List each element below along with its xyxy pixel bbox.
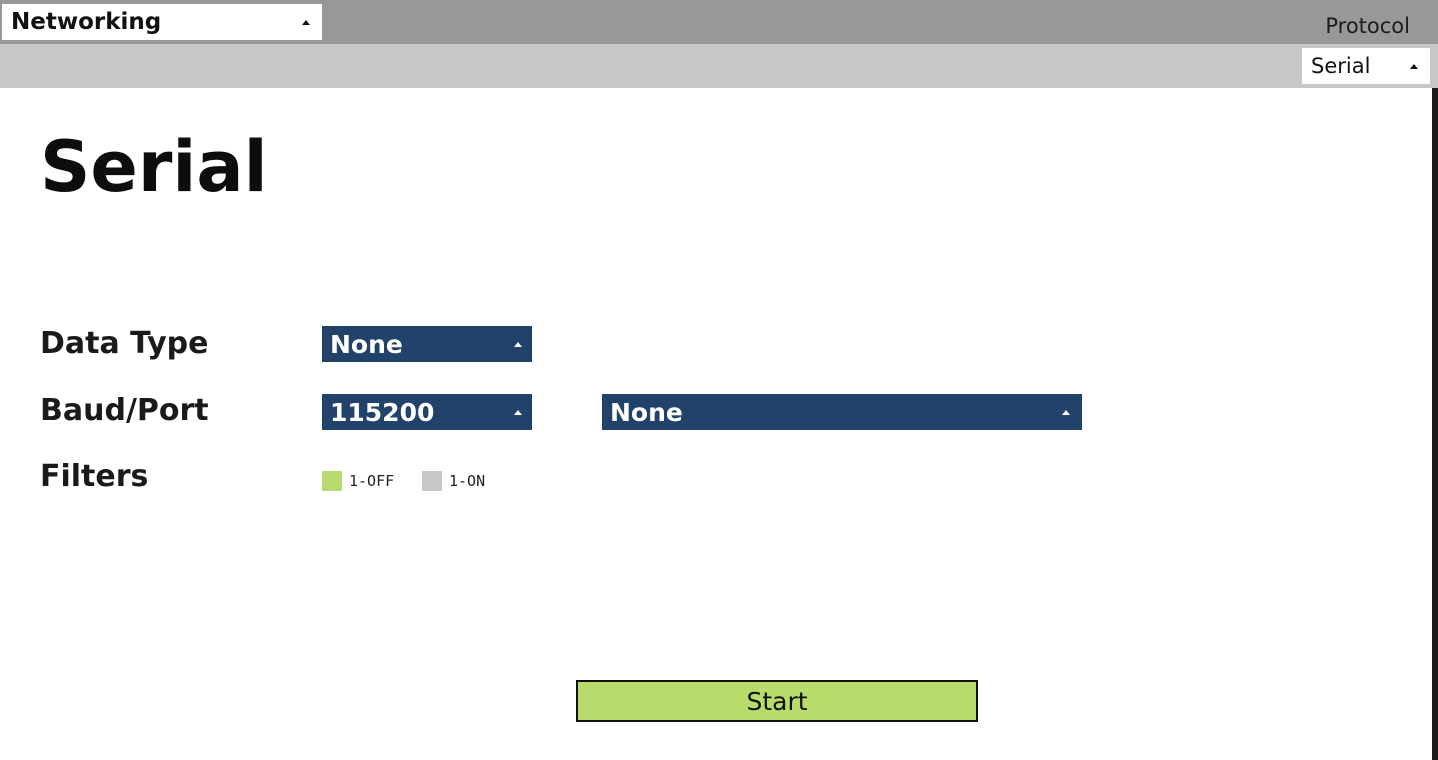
caret-up-icon <box>1062 409 1070 415</box>
protocol-dropdown[interactable]: Serial <box>1302 48 1430 84</box>
filter-toggle-1-on[interactable]: 1-ON <box>422 471 485 491</box>
baud-rate-dropdown[interactable]: 115200 <box>322 394 532 430</box>
filter-swatch <box>322 471 342 491</box>
filter-label: 1-OFF <box>349 472 395 490</box>
section-dropdown[interactable]: Networking <box>2 4 322 40</box>
caret-up-icon <box>514 409 522 415</box>
data-type-dropdown[interactable]: None <box>322 326 532 362</box>
start-button[interactable]: Start <box>576 680 978 722</box>
section-dropdown-value: Networking <box>11 9 162 35</box>
caret-up-icon <box>302 19 310 25</box>
data-type-label: Data Type <box>40 326 209 361</box>
caret-up-icon <box>514 341 522 347</box>
right-edge-border <box>1432 88 1438 760</box>
filter-label: 1-ON <box>449 472 486 490</box>
sub-bar <box>0 44 1438 88</box>
data-type-dropdown-value: None <box>330 329 403 359</box>
filters-label: Filters <box>40 459 149 494</box>
baud-port-label: Baud/Port <box>40 393 209 428</box>
port-dropdown-value: None <box>610 397 683 427</box>
baud-rate-dropdown-value: 115200 <box>330 397 435 427</box>
caret-up-icon <box>1410 63 1418 69</box>
filter-swatch <box>422 471 442 491</box>
filter-toggle-1-off[interactable]: 1-OFF <box>322 471 394 491</box>
port-dropdown[interactable]: None <box>602 394 1082 430</box>
protocol-label: Protocol <box>1325 14 1410 38</box>
protocol-dropdown-value: Serial <box>1311 54 1371 78</box>
page-title: Serial <box>40 126 268 208</box>
